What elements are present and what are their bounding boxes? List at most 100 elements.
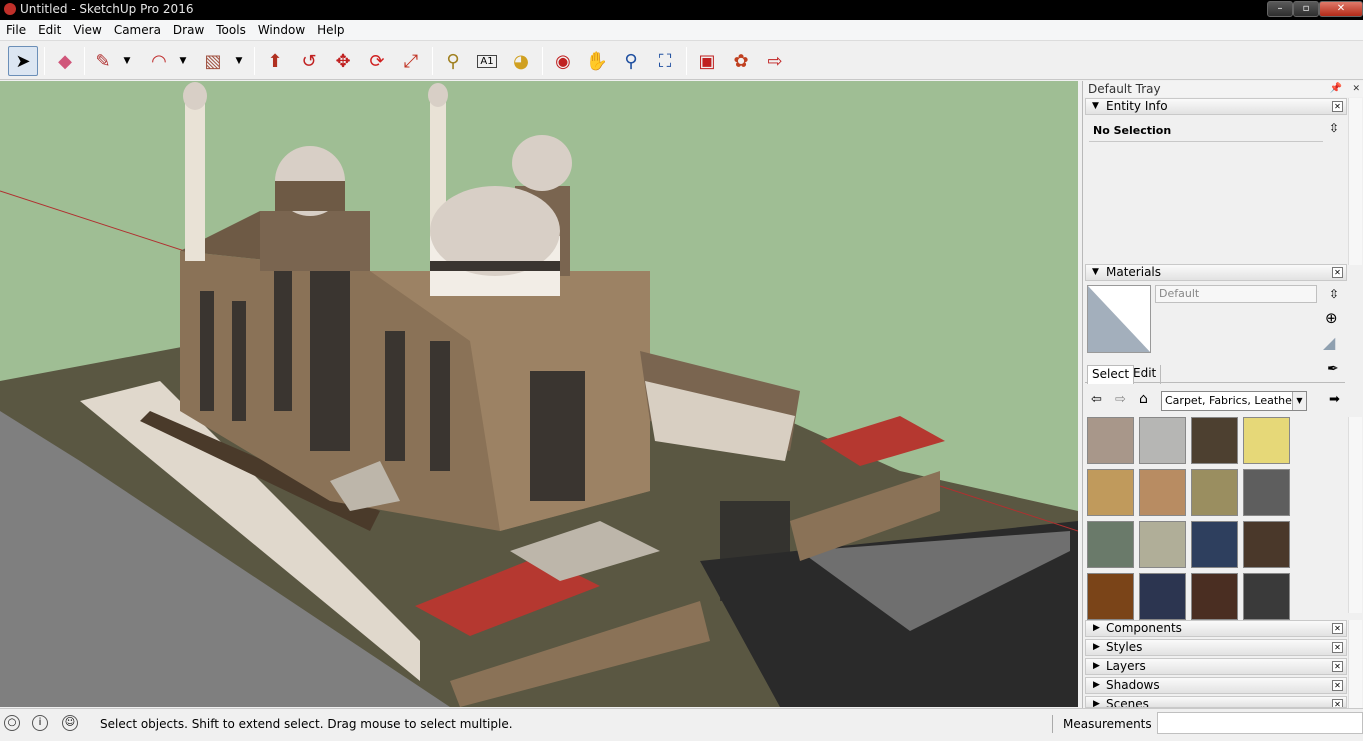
- material-swatch[interactable]: [1191, 573, 1238, 620]
- minimize-button[interactable]: –: [1267, 1, 1293, 17]
- pin-icon[interactable]: 📌: [1330, 81, 1342, 97]
- default-tray: Default Tray 📌 ✕ ▼ Entity Info ✕ No Sele…: [1082, 81, 1363, 708]
- create-material-icon[interactable]: ⊕: [1325, 309, 1338, 327]
- entity-info-header[interactable]: ▼ Entity Info ✕: [1085, 98, 1347, 115]
- layers-panel-header[interactable]: ▶ Layers ✕: [1085, 658, 1347, 675]
- scale-tool-button[interactable]: ⤢: [396, 46, 426, 76]
- user-icon[interactable]: ☺: [62, 715, 78, 731]
- styles-panel-header[interactable]: ▶ Styles ✕: [1085, 639, 1347, 656]
- chevron-down-icon: ▼: [179, 56, 187, 66]
- select-tool-button[interactable]: ➤: [8, 46, 38, 76]
- tab-edit[interactable]: Edit: [1129, 365, 1162, 384]
- paint-bucket-tool-button[interactable]: ◕: [506, 46, 536, 76]
- zoom-tool-button[interactable]: ⚲: [616, 46, 646, 76]
- details-toggle-icon[interactable]: ⇳: [1329, 287, 1339, 301]
- offset-tool-button[interactable]: ↺: [294, 46, 324, 76]
- menu-file[interactable]: File: [0, 20, 32, 41]
- menu-window[interactable]: Window: [252, 20, 311, 41]
- default-material-icon[interactable]: ◢: [1323, 333, 1335, 352]
- geolocation-icon[interactable]: ○: [4, 715, 20, 731]
- close-button[interactable]: ✕: [1319, 1, 1363, 17]
- arc-tool-dropdown[interactable]: ▼: [176, 46, 190, 76]
- material-swatch[interactable]: [1243, 469, 1290, 516]
- close-panel-icon[interactable]: ✕: [1332, 699, 1343, 707]
- library-select[interactable]: Carpet, Fabrics, Leathers, Te ▼: [1161, 391, 1307, 411]
- material-swatch[interactable]: [1139, 573, 1186, 620]
- warehouse-tool-button[interactable]: ▣: [692, 46, 722, 76]
- expanded-arrow-icon: ▼: [1092, 267, 1099, 277]
- tray-scrollbar[interactable]: [1348, 98, 1362, 265]
- scenes-panel-header[interactable]: ▶ Scenes ✕: [1085, 696, 1347, 708]
- menu-draw[interactable]: Draw: [167, 20, 210, 41]
- shadows-panel-header[interactable]: ▶ Shadows ✕: [1085, 677, 1347, 694]
- close-panel-icon[interactable]: ✕: [1332, 267, 1343, 278]
- maximize-button[interactable]: ▫: [1293, 1, 1319, 17]
- send-to-layout-tool-button[interactable]: ⇨: [760, 46, 790, 76]
- orbit-tool-button[interactable]: ◉: [548, 46, 578, 76]
- rectangle-tool-dropdown[interactable]: ▼: [232, 46, 246, 76]
- modeling-viewport[interactable]: [0, 81, 1078, 707]
- sketchup-logo-icon: [4, 3, 16, 15]
- status-bar: ○ i ☺ Select objects. Shift to extend se…: [0, 708, 1363, 741]
- swatch-scrollbar[interactable]: [1348, 417, 1362, 613]
- material-swatch[interactable]: [1087, 521, 1134, 568]
- text-tool-button[interactable]: A1: [472, 46, 502, 76]
- details-toggle-icon[interactable]: ⇳: [1329, 121, 1339, 135]
- material-swatch[interactable]: [1139, 521, 1186, 568]
- extension-warehouse-tool-button[interactable]: ✿: [726, 46, 756, 76]
- home-icon[interactable]: ⌂: [1139, 391, 1148, 407]
- close-panel-icon[interactable]: ✕: [1332, 680, 1343, 691]
- menu-bar: File Edit View Camera Draw Tools Window …: [0, 20, 1363, 41]
- close-tray-icon[interactable]: ✕: [1352, 81, 1360, 97]
- material-swatch[interactable]: [1191, 417, 1238, 464]
- library-row: ⇦ ⇨ ⌂ Carpet, Fabrics, Leathers, Te ▼ ➡: [1085, 390, 1345, 412]
- info-icon[interactable]: i: [32, 715, 48, 731]
- menu-help[interactable]: Help: [311, 20, 350, 41]
- window-controls: – ▫ ✕: [1267, 0, 1363, 18]
- material-swatch[interactable]: [1243, 521, 1290, 568]
- material-swatch[interactable]: [1243, 573, 1290, 620]
- material-swatch[interactable]: [1087, 417, 1134, 464]
- tape-measure-tool-button[interactable]: ⚲: [438, 46, 468, 76]
- line-tool-dropdown[interactable]: ▼: [120, 46, 134, 76]
- close-panel-icon[interactable]: ✕: [1332, 101, 1343, 112]
- material-swatch[interactable]: [1191, 521, 1238, 568]
- tape-icon: ⚲: [446, 50, 460, 72]
- rotate-tool-button[interactable]: ⟳: [362, 46, 392, 76]
- menu-view[interactable]: View: [67, 20, 107, 41]
- move-tool-button[interactable]: ✥: [328, 46, 358, 76]
- material-swatch[interactable]: [1087, 573, 1134, 620]
- eraser-tool-button[interactable]: ◆: [50, 46, 80, 76]
- rectangle-tool-button[interactable]: ▧: [198, 46, 228, 76]
- eyedropper-icon[interactable]: ✒: [1327, 361, 1339, 377]
- close-panel-icon[interactable]: ✕: [1332, 642, 1343, 653]
- material-swatch[interactable]: [1087, 469, 1134, 516]
- material-name-field[interactable]: Default: [1155, 285, 1317, 303]
- line-tool-button[interactable]: ✎: [88, 46, 118, 76]
- menu-edit[interactable]: Edit: [32, 20, 67, 41]
- materials-header[interactable]: ▼ Materials ✕: [1085, 264, 1347, 281]
- close-panel-icon[interactable]: ✕: [1332, 661, 1343, 672]
- arrow-icon: ➤: [15, 50, 31, 72]
- menu-tools[interactable]: Tools: [210, 20, 252, 41]
- material-swatch[interactable]: [1191, 469, 1238, 516]
- forward-arrow-icon[interactable]: ⇨: [1115, 392, 1126, 407]
- push-pull-tool-button[interactable]: ⬆: [260, 46, 290, 76]
- layout-icon: ⇨: [767, 50, 783, 72]
- arc-tool-button[interactable]: ◠: [144, 46, 174, 76]
- zoom-extents-tool-button[interactable]: ⛶: [650, 46, 680, 76]
- back-arrow-icon[interactable]: ⇦: [1091, 392, 1102, 407]
- material-swatch[interactable]: [1139, 417, 1186, 464]
- tray-bottom-scrollbar[interactable]: [1348, 620, 1362, 708]
- components-panel-header[interactable]: ▶ Components ✕: [1085, 620, 1347, 637]
- tab-select[interactable]: Select: [1087, 365, 1135, 384]
- material-swatch[interactable]: [1139, 469, 1186, 516]
- measurements-input[interactable]: [1157, 712, 1363, 734]
- close-panel-icon[interactable]: ✕: [1332, 623, 1343, 634]
- menu-camera[interactable]: Camera: [108, 20, 167, 41]
- collapsed-arrow-icon: ▶: [1093, 623, 1100, 633]
- text-icon: A1: [477, 54, 497, 68]
- pan-tool-button[interactable]: ✋: [582, 46, 612, 76]
- details-menu-icon[interactable]: ➡: [1329, 392, 1340, 407]
- material-swatch[interactable]: [1243, 417, 1290, 464]
